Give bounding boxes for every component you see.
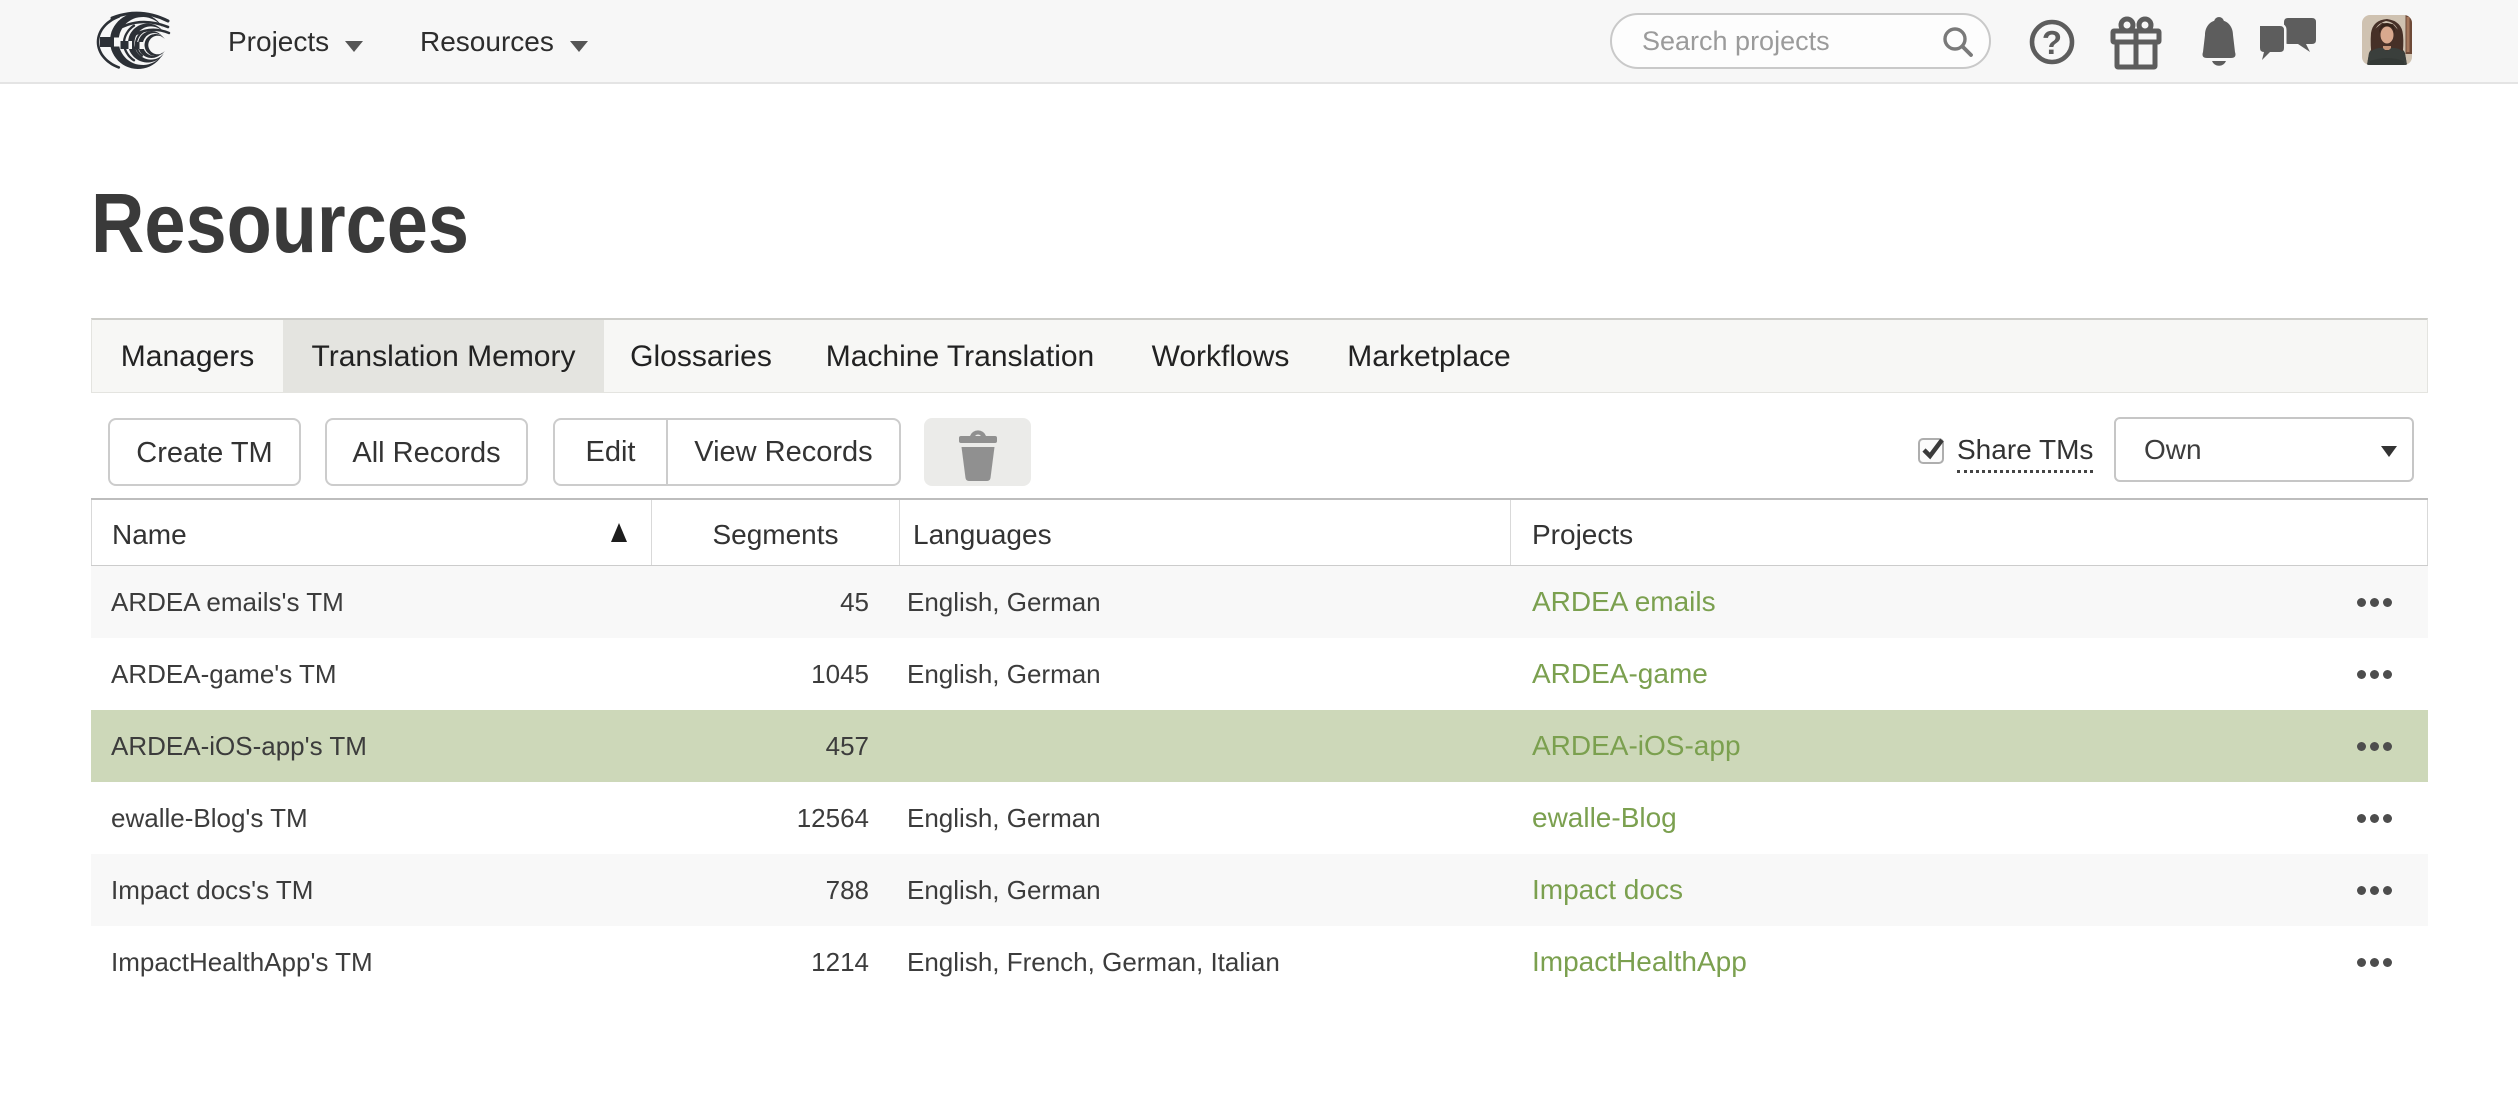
svg-text:?: ? [2042,24,2062,61]
